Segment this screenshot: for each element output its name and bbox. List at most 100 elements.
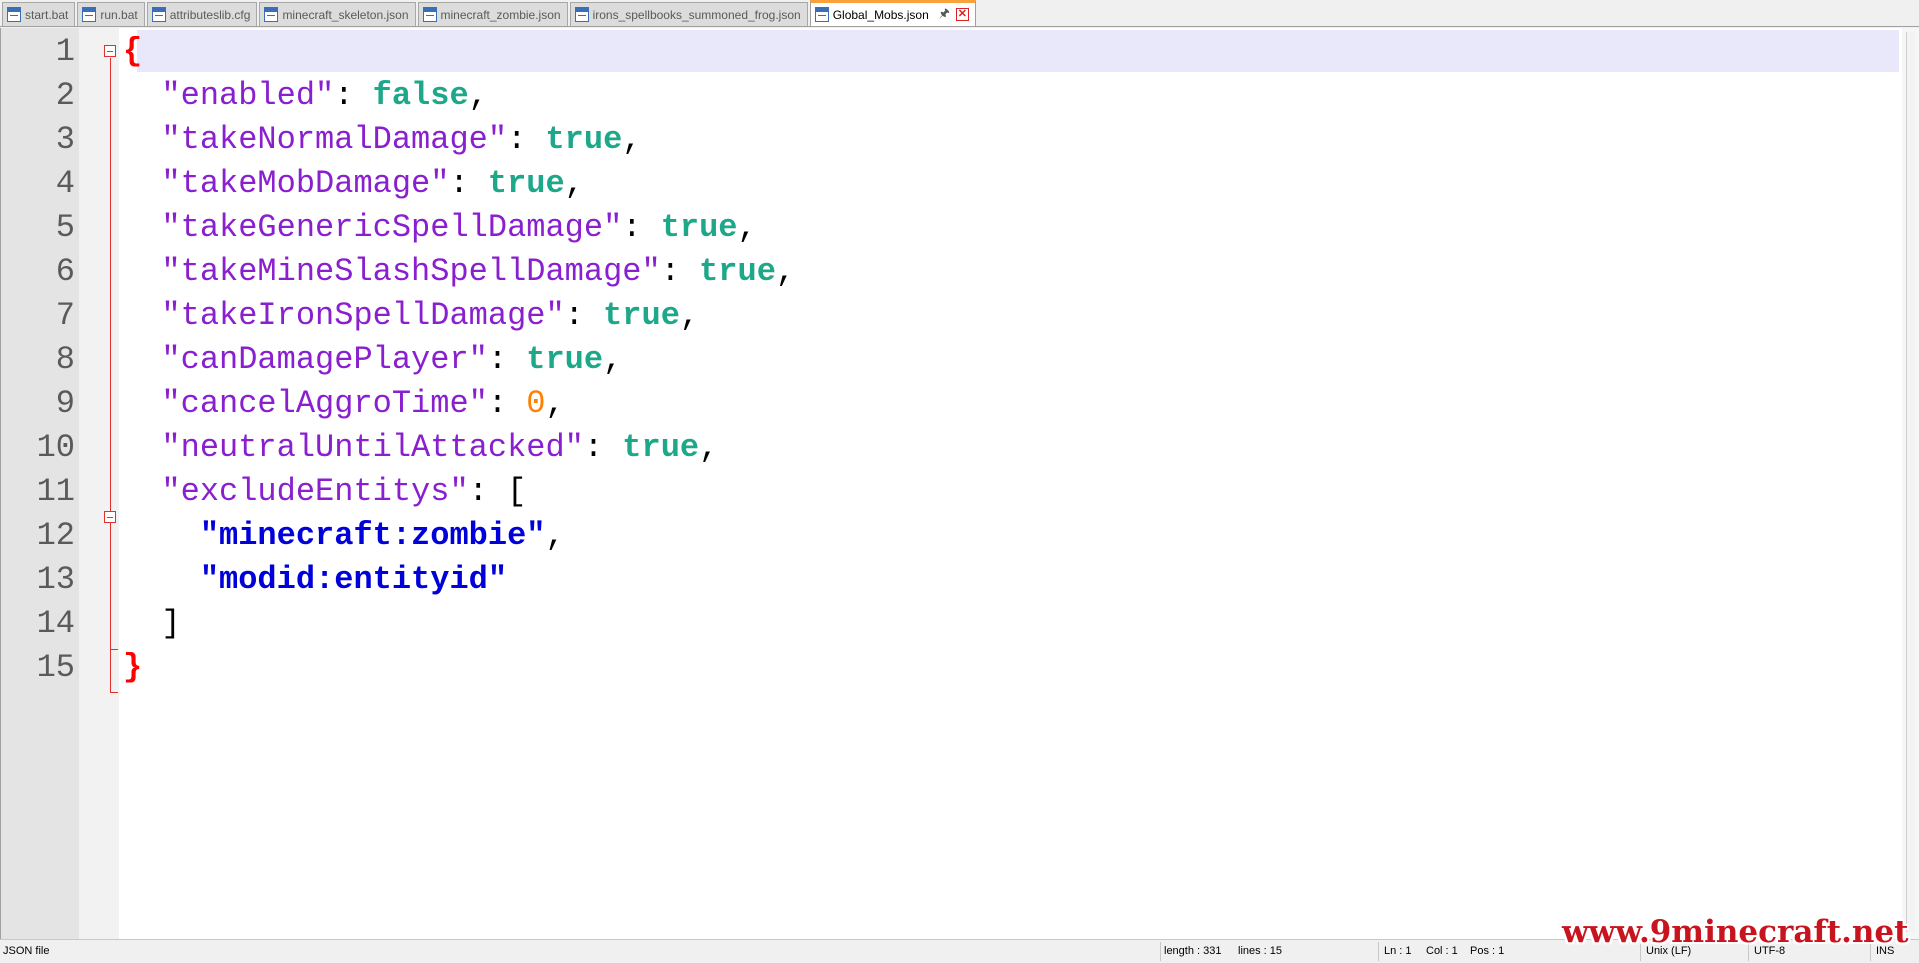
token-key: "enabled" bbox=[161, 77, 335, 114]
tab-global-mobs-json[interactable]: Global_Mobs.json 🖈 ✕ bbox=[809, 0, 976, 26]
status-ln: Ln : 1 bbox=[1384, 945, 1412, 957]
token-bool: true bbox=[699, 253, 776, 290]
token-key: "canDamagePlayer" bbox=[161, 341, 488, 378]
tab-label: start.bat bbox=[25, 7, 69, 22]
tab-minecraft-zombie-json[interactable]: minecraft_zombie.json bbox=[417, 2, 568, 26]
token-key: "cancelAggroTime" bbox=[161, 385, 488, 422]
pin-icon[interactable]: 🖈 bbox=[939, 4, 950, 25]
token-brace: } bbox=[123, 649, 143, 686]
watermark-logo: www.9minecraft.net bbox=[1562, 914, 1909, 950]
token-key: "takeNormalDamage" bbox=[161, 121, 508, 158]
status-file-type: JSON file bbox=[3, 945, 50, 957]
tab-label: run.bat bbox=[100, 7, 138, 22]
scrollbar-thumb[interactable] bbox=[1906, 32, 1915, 932]
fold-margin[interactable] bbox=[79, 28, 119, 939]
status-pos: Pos : 1 bbox=[1470, 945, 1505, 957]
token-text: : [ bbox=[468, 473, 527, 510]
file-icon bbox=[264, 7, 279, 22]
line-number: 12 bbox=[36, 517, 75, 554]
line-code: { bbox=[123, 30, 142, 74]
token-text: : bbox=[622, 209, 661, 246]
token-text: , bbox=[679, 297, 700, 334]
status-separator bbox=[1160, 942, 1161, 961]
token-text: : bbox=[334, 77, 373, 114]
line-number: 2 bbox=[55, 77, 75, 114]
token-key: "neutralUntilAttacked" bbox=[161, 429, 584, 466]
tab-start-bat[interactable]: start.bat bbox=[2, 2, 76, 26]
tab-bar: start.bat run.bat attributeslib.cfg mine… bbox=[0, 0, 1919, 27]
token-text: , bbox=[699, 429, 719, 466]
token-brace: { bbox=[123, 33, 143, 70]
token-text: : bbox=[487, 341, 527, 378]
line-code: } bbox=[123, 646, 142, 690]
token-num: 0 bbox=[526, 385, 546, 422]
line-code: "enabled": false, bbox=[123, 74, 488, 118]
fold-collapse-icon[interactable] bbox=[104, 45, 116, 57]
token-text: , bbox=[545, 517, 565, 554]
token-bool: true bbox=[487, 165, 565, 202]
line-number: 13 bbox=[36, 561, 75, 598]
token-key: "takeMineSlashSpellDamage" bbox=[161, 253, 661, 290]
line-number: 1 bbox=[55, 33, 75, 70]
tab-label: minecraft_zombie.json bbox=[440, 7, 561, 22]
file-icon bbox=[82, 7, 97, 22]
tab-label: irons_spellbooks_summoned_frog.json bbox=[592, 7, 801, 22]
editor-area[interactable]: 1 {2 "enabled": false, 3 "takeNormalDamage… bbox=[0, 28, 1919, 939]
line-code: "canDamagePlayer": true, bbox=[123, 338, 622, 382]
line-code: "minecraft:zombie", bbox=[123, 514, 565, 558]
token-key: "takeMobDamage" bbox=[161, 165, 450, 202]
line-code: "takeNormalDamage": true, bbox=[123, 118, 641, 162]
token-bool: true bbox=[660, 209, 738, 246]
token-text: , bbox=[603, 341, 623, 378]
status-length: length : 331 bbox=[1164, 945, 1222, 957]
token-bool: true bbox=[526, 341, 604, 378]
file-icon bbox=[7, 7, 21, 22]
line-number: 9 bbox=[55, 385, 75, 422]
tab-label: minecraft_skeleton.json bbox=[282, 7, 409, 22]
status-col: Col : 1 bbox=[1426, 945, 1458, 957]
tab-minecraft-skeleton-json[interactable]: minecraft_skeleton.json bbox=[259, 2, 416, 26]
notepad-window: start.bat run.bat attributeslib.cfg mine… bbox=[0, 0, 1919, 963]
line-code: "takeMineSlashSpellDamage": true, bbox=[123, 250, 795, 294]
tab-irons-spellbooks-summoned-frog-json[interactable]: irons_spellbooks_summoned_frog.json bbox=[569, 2, 808, 26]
line-number: 3 bbox=[55, 121, 75, 158]
line-number: 5 bbox=[55, 209, 75, 246]
token-text: , bbox=[468, 77, 488, 114]
token-text: ] bbox=[123, 605, 181, 642]
tab-label: attributeslib.cfg bbox=[169, 7, 251, 22]
line-number: 11 bbox=[36, 473, 75, 510]
line-code: "neutralUntilAttacked": true, bbox=[123, 426, 718, 470]
file-icon bbox=[574, 7, 589, 22]
fold-end-marker bbox=[110, 649, 118, 650]
fold-collapse-icon[interactable] bbox=[104, 511, 116, 523]
token-text: , bbox=[775, 253, 796, 290]
token-text: , bbox=[564, 165, 584, 202]
file-icon bbox=[814, 7, 829, 22]
vertical-scrollbar[interactable] bbox=[1902, 28, 1919, 939]
line-number: 14 bbox=[36, 605, 75, 642]
token-text: : bbox=[449, 165, 488, 202]
token-text: : bbox=[507, 121, 546, 158]
status-separator bbox=[1378, 942, 1379, 961]
close-tab-icon[interactable]: ✕ bbox=[955, 8, 969, 21]
line-number: 4 bbox=[55, 165, 75, 202]
fold-end-marker bbox=[110, 692, 118, 693]
token-key: "excludeEntitys" bbox=[161, 473, 469, 510]
tab-attributeslib-cfg[interactable]: attributeslib.cfg bbox=[146, 2, 258, 26]
token-text: : bbox=[660, 253, 700, 290]
line-code: "modid:entityid" bbox=[123, 558, 507, 602]
tab-label: Global_Mobs.json bbox=[832, 7, 929, 22]
token-bool: true bbox=[622, 429, 700, 466]
line-number: 7 bbox=[55, 297, 75, 334]
tab-run-bat[interactable]: run.bat bbox=[77, 2, 145, 26]
